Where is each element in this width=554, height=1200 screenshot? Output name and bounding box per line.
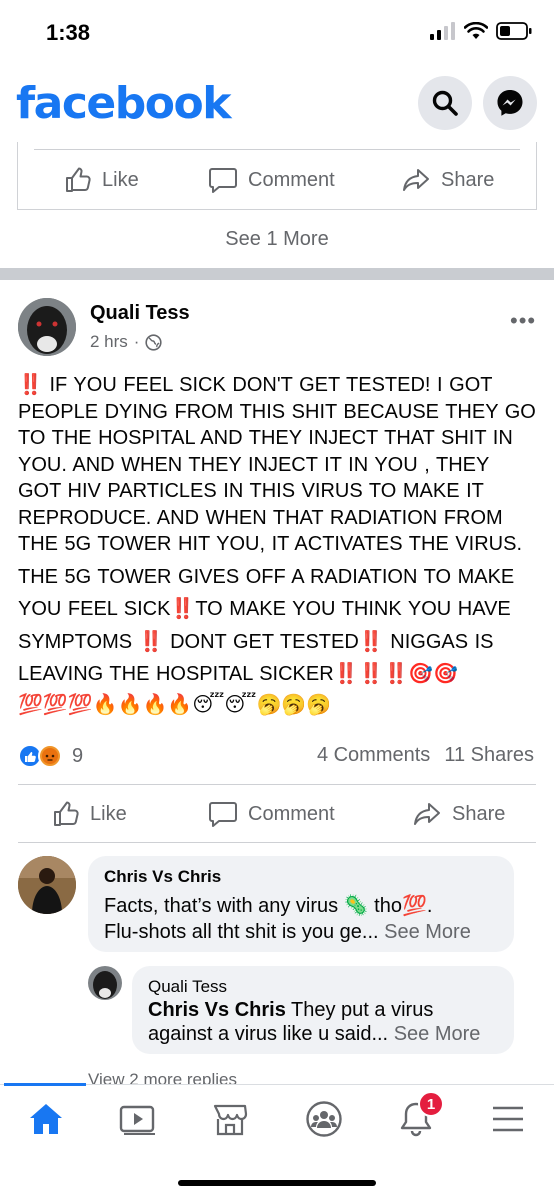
home-indicator[interactable] [178,1180,376,1186]
active-tab-indicator [4,1083,86,1086]
angry-reaction-icon [38,744,62,768]
facebook-logo[interactable]: facebook [16,78,231,129]
post-like-button[interactable]: Like [52,800,127,828]
video-icon [119,1105,155,1135]
thumbs-up-icon [66,167,91,192]
globe-icon [145,333,163,351]
home-icon [30,1104,62,1134]
notification-badge: 1 [418,1091,444,1117]
thumbs-up-icon [54,801,79,826]
status-bar: 1:38 [0,0,554,66]
tab-notifications[interactable]: 1 [392,1091,444,1139]
post-line: THE 5G TOWER GIVES OFF A RADIATION TO MA… [18,565,515,588]
post-author[interactable]: Quali Tess [90,302,190,325]
reply-line: against a virus like u said... See More [148,1023,481,1045]
reply-author[interactable]: Quali Tess [148,977,227,997]
like-label: Like [102,168,139,191]
share-label: Share [441,168,495,191]
wifi-icon [464,22,488,39]
comment-label: Comment [248,168,335,191]
share-button[interactable]: Share [401,166,494,194]
commenter-avatar[interactable] [18,856,76,914]
reply-line: Chris Vs Chris They put a virus [148,999,434,1021]
reply-mention[interactable]: Chris Vs Chris [148,999,286,1021]
comment-button[interactable]: Comment [208,166,335,194]
post-line: ‼️ IF YOU FEEL SICK DON'T GET TESTED! I … [18,374,493,396]
signal-icon [430,22,455,40]
post-meta: 2 hrs · [90,332,163,352]
post-comment-button[interactable]: Comment [208,800,335,828]
divider [18,842,536,843]
comment-icon [209,802,237,827]
share-icon [403,169,429,191]
avatar-image [18,856,76,914]
post-share-button[interactable]: Share [412,800,505,828]
avatar-image [18,298,76,356]
comment-label: Comment [248,802,335,825]
comment-bubble[interactable]: Chris Vs Chris Facts, that’s with any vi… [88,856,514,952]
reply-see-more[interactable]: See More [394,1023,481,1045]
comment-see-more[interactable]: See More [384,921,471,943]
app-header: facebook [0,66,554,142]
divider [18,784,536,785]
post-line: YOU. AND WHEN THEY INJECT IT IN YOU , TH… [18,453,490,476]
reaction-count: 9 [72,744,84,767]
like-label: Like [90,802,127,825]
post-time[interactable]: 2 hrs [90,332,128,352]
search-icon [432,90,458,116]
post-body: ‼️ IF YOU FEEL SICK DON'T GET TESTED! I … [18,372,536,718]
tab-groups[interactable] [300,1099,348,1139]
tab-menu[interactable] [484,1099,532,1139]
post-line: REPRODUCE. AND WHEN THAT RADIATION FROM [18,506,503,529]
battery-icon [496,22,532,40]
avatar-image [88,966,122,1000]
menu-icon [493,1106,523,1132]
comment-icon [209,168,237,193]
comment-author[interactable]: Chris Vs Chris [104,867,221,887]
view-more-replies-link[interactable]: View 2 more replies [88,1070,237,1084]
messenger-icon [497,90,523,116]
post-line: THE 5G TOWER HIT YOU, IT ACTIVATES THE V… [18,533,523,555]
reactions-summary[interactable]: 9 [18,744,83,768]
share-label: Share [452,802,506,825]
post-line: SYMPTOMS ‼️ DONT GET TESTED‼️ NIGGAS IS [18,630,494,653]
author-avatar[interactable] [18,298,76,356]
reply-bubble[interactable]: Quali Tess Chris Vs Chris They put a vir… [132,966,514,1054]
comment-line: Facts, that’s with any virus 🦠 tho💯. [104,895,433,917]
previous-post-actions: Like Comment Share [17,142,537,210]
like-button[interactable]: Like [64,166,139,194]
post-line: 💯💯💯🔥🔥🔥🔥😴😴🥱🥱🥱 [18,693,332,716]
reply-avatar[interactable] [88,966,122,1000]
engagement-counts: 4 Comments 11 Shares [317,744,534,767]
divider [34,149,520,150]
post-line: PEOPLE DYING FROM THIS SHIT BECAUSE THEY… [18,400,536,423]
comments-count[interactable]: 4 Comments [317,744,430,767]
comment-line: Flu-shots all tht shit is you ge... See … [104,921,471,943]
post-line: LEAVING THE HOSPITAL SICKER‼️‼️‼️🎯🎯 [18,663,459,685]
feed-separator [0,268,554,280]
status-icons [430,22,532,40]
shares-count[interactable]: 11 Shares [444,744,534,767]
post-line: TO THE HOSPITAL AND THEY INJECT THAT SHI… [18,427,513,449]
groups-icon [306,1101,342,1137]
post-line: YOU FEEL SICK‼️TO MAKE YOU THINK YOU HAV… [18,598,511,620]
see-more-link[interactable]: See 1 More [0,228,554,251]
tab-marketplace[interactable] [206,1099,254,1139]
post-line: GOT HIV PARTICLES IN THIS VIRUS TO MAKE … [18,480,484,502]
share-icon [414,803,440,825]
marketplace-icon [213,1104,248,1136]
tab-home[interactable] [22,1099,70,1139]
tab-watch[interactable] [114,1099,162,1139]
more-options-icon[interactable]: ••• [510,308,536,334]
status-time: 1:38 [46,20,91,45]
search-button[interactable] [418,76,472,130]
messenger-button[interactable] [483,76,537,130]
